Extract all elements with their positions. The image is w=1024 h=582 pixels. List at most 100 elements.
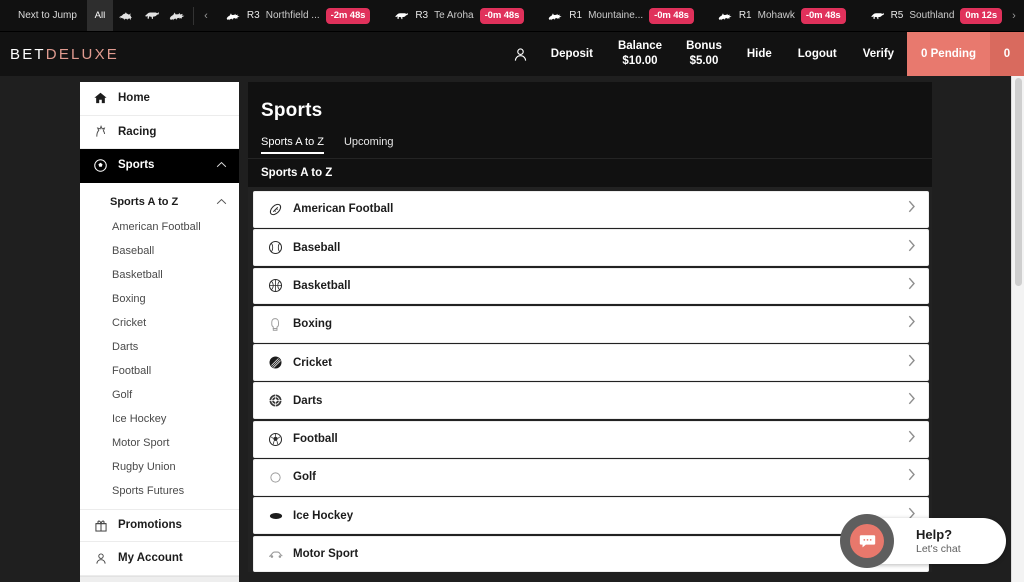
cricket-ball-icon — [267, 355, 284, 370]
race-countdown-badge: -0m 48s — [479, 7, 525, 24]
logo-deluxe: DELUXE — [45, 45, 120, 63]
pending-bets-button[interactable]: 0 Pending — [907, 32, 990, 76]
sidebar-featured-events-header[interactable]: Featured Events — [80, 575, 239, 582]
hide-button[interactable]: Hide — [734, 32, 785, 76]
greyhound-icon — [394, 11, 409, 21]
race-item[interactable]: R3 Northfield ... -2m 48s — [216, 0, 380, 31]
section-title: Sports A to Z — [248, 158, 932, 187]
sidebar-item-rugby-union[interactable]: Rugby Union — [80, 455, 239, 479]
sports-list: American Football Baseball Basketball Bo… — [248, 187, 932, 573]
home-icon — [94, 92, 107, 104]
dartboard-icon — [267, 393, 284, 408]
sidebar-nav: Home Racing Sports Sports A to Z America… — [80, 82, 239, 582]
filter-harness[interactable] — [165, 0, 191, 31]
logo-bet: BET — [10, 45, 46, 63]
sidebar-item-ice-hockey[interactable]: Ice Hockey — [80, 407, 239, 431]
boxing-glove-icon — [267, 317, 284, 332]
bonus-display[interactable]: Bonus $5.00 — [674, 32, 734, 76]
greyhound-icon — [870, 11, 885, 21]
sport-label: Boxing — [293, 318, 332, 331]
site-header: BETDELUXE Deposit Balance $10.00 Bonus $… — [0, 32, 1024, 76]
bonus-value: $5.00 — [689, 55, 719, 67]
race-countdown-badge: -0m 48s — [649, 7, 694, 24]
race-type-filters: All — [86, 0, 191, 31]
balance-label: Balance — [617, 40, 663, 53]
list-item[interactable]: Motor Sport — [253, 535, 929, 573]
page-body: Home Racing Sports Sports A to Z America… — [0, 76, 1024, 582]
race-countdown-badge: -0m 48s — [800, 7, 846, 24]
account-icon[interactable] — [499, 32, 538, 76]
golf-ball-icon — [267, 471, 284, 484]
page-header: Sports Sports A to Z Upcoming — [248, 82, 932, 158]
chat-title: Help? — [916, 527, 953, 542]
sidebar-item-sports-futures[interactable]: Sports Futures — [80, 479, 239, 503]
sidebar-item-baseball[interactable]: Baseball — [80, 239, 239, 263]
race-venue: Southland — [909, 10, 955, 21]
scrollbar-thumb[interactable] — [1015, 78, 1022, 286]
race-item[interactable]: R3 Te Aroha -0m 48s — [384, 0, 534, 31]
list-item[interactable]: Darts — [253, 382, 929, 420]
baseball-icon — [267, 240, 284, 255]
sidebar-item-basketball[interactable]: Basketball — [80, 263, 239, 287]
chat-launcher-button[interactable] — [840, 514, 894, 568]
sport-label: Basketball — [293, 279, 351, 292]
balance-display[interactable]: Balance $10.00 — [606, 32, 674, 76]
race-item[interactable]: R1 Mohawk -0m 48s — [708, 0, 856, 31]
list-item[interactable]: Golf — [253, 459, 929, 496]
race-code: R1 — [569, 10, 583, 21]
harness-icon — [718, 11, 733, 21]
deposit-button[interactable]: Deposit — [538, 32, 606, 76]
filter-thoroughbred[interactable] — [113, 0, 139, 31]
tab-upcoming[interactable]: Upcoming — [344, 136, 394, 154]
sidebar-item-motor-sport[interactable]: Motor Sport — [80, 431, 239, 455]
list-item[interactable]: Cricket — [253, 344, 929, 381]
motorsport-icon — [267, 549, 284, 559]
sidebar-item-darts[interactable]: Darts — [80, 335, 239, 359]
list-item[interactable]: Ice Hockey — [253, 497, 929, 535]
race-venue: Northfield ... — [265, 10, 320, 21]
logout-button[interactable]: Logout — [785, 32, 850, 76]
filter-all[interactable]: All — [86, 0, 113, 31]
races-prev-arrow[interactable]: ‹ — [196, 0, 216, 31]
sport-label: Baseball — [293, 241, 341, 254]
sidebar-item-promotions[interactable]: Promotions — [80, 508, 239, 542]
filter-greyhound[interactable] — [139, 0, 165, 31]
sidebar-item-cricket[interactable]: Cricket — [80, 311, 239, 335]
bet-slip-count[interactable]: 0 — [990, 32, 1024, 76]
sidebar-item-home[interactable]: Home — [80, 82, 239, 116]
sidebar-item-american-football[interactable]: American Football — [80, 215, 239, 239]
list-item[interactable]: Football — [253, 420, 929, 458]
list-item[interactable]: Baseball — [253, 229, 929, 267]
race-countdown-badge: -2m 48s — [325, 7, 371, 24]
gift-icon — [94, 519, 107, 532]
sidebar-item-label: My Account — [118, 552, 183, 565]
page-title: Sports — [261, 100, 323, 121]
chevron-right-icon — [908, 277, 916, 295]
sidebar-item-my-account[interactable]: My Account — [80, 542, 239, 576]
sport-label: Cricket — [293, 356, 332, 369]
list-item[interactable]: Basketball — [253, 267, 929, 305]
soccer-ball-icon — [94, 158, 107, 172]
sidebar-item-sports[interactable]: Sports — [80, 149, 239, 183]
sport-label: American Football — [293, 203, 394, 216]
chat-bubble-icon — [850, 524, 884, 558]
sidebar-item-label: Promotions — [118, 519, 182, 532]
list-item[interactable]: Boxing — [253, 305, 929, 343]
sidebar-item-football[interactable]: Football — [80, 359, 239, 383]
sidebar-item-racing[interactable]: Racing — [80, 116, 239, 149]
verify-button[interactable]: Verify — [850, 32, 907, 76]
race-item[interactable]: R1 Mountaine... -0m 48s — [538, 0, 704, 31]
tab-sports-a-to-z[interactable]: Sports A to Z — [261, 136, 324, 154]
chevron-right-icon — [908, 239, 916, 257]
site-logo[interactable]: BETDELUXE — [0, 46, 119, 63]
sidebar-subheader-sports-a-to-z[interactable]: Sports A to Z — [80, 189, 239, 215]
next-to-jump-label: Next to Jump — [18, 10, 77, 21]
sidebar-item-label: Racing — [118, 125, 157, 138]
page-scrollbar[interactable] — [1011, 76, 1024, 582]
list-item[interactable]: American Football — [253, 191, 929, 228]
race-item[interactable]: R5 Southland 0m 12s — [860, 0, 1004, 31]
chevron-right-icon — [908, 430, 916, 448]
races-next-arrow[interactable]: › — [1004, 0, 1024, 31]
sidebar-item-golf[interactable]: Golf — [80, 383, 239, 407]
sidebar-item-boxing[interactable]: Boxing — [80, 287, 239, 311]
